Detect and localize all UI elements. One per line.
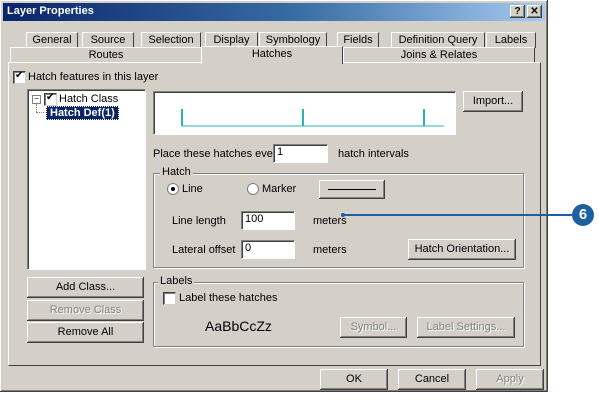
callout-badge: 6 bbox=[572, 204, 594, 226]
hatch-orientation-button[interactable]: Hatch Orientation... bbox=[408, 239, 516, 260]
marker-radio[interactable] bbox=[247, 183, 259, 195]
callout-leader bbox=[341, 213, 572, 217]
symbol-button[interactable]: Symbol... bbox=[340, 317, 407, 338]
tree-child-hatch-def[interactable]: Hatch Def(1) bbox=[46, 106, 119, 120]
hatch-features-label: Hatch features in this layer bbox=[28, 71, 159, 83]
window-title: Layer Properties bbox=[7, 5, 94, 17]
label-hatches-checkbox[interactable] bbox=[163, 292, 176, 305]
line-length-input[interactable]: 100 bbox=[241, 211, 295, 230]
tab-hatches[interactable]: Hatches bbox=[201, 46, 343, 64]
tab-source[interactable]: Source bbox=[82, 32, 134, 48]
remove-class-button[interactable]: Remove Class bbox=[27, 300, 144, 321]
hatch-interval-value: 1 bbox=[277, 146, 284, 158]
label-hatches-label: Label these hatches bbox=[179, 292, 278, 304]
lateral-offset-label: Lateral offset bbox=[172, 244, 236, 256]
hatch-interval-input[interactable]: 1 bbox=[273, 144, 328, 163]
remove-all-button[interactable]: Remove All bbox=[27, 322, 144, 343]
line-symbol-preview bbox=[328, 189, 376, 190]
label-settings-button[interactable]: Label Settings... bbox=[417, 317, 515, 338]
tab-labels[interactable]: Labels bbox=[486, 32, 536, 48]
cancel-button[interactable]: Cancel bbox=[398, 369, 466, 390]
line-radio-label: Line bbox=[182, 183, 203, 195]
hatch-preview-graphic bbox=[181, 109, 444, 127]
import-button[interactable]: Import... bbox=[463, 91, 523, 112]
label-sample-text: AaBbCcZz bbox=[205, 318, 272, 334]
lateral-offset-input[interactable]: 0 bbox=[241, 240, 295, 259]
tab-selection[interactable]: Selection bbox=[141, 32, 201, 48]
lateral-offset-unit: meters bbox=[313, 244, 347, 256]
tab-routes[interactable]: Routes bbox=[10, 47, 202, 63]
lateral-offset-value: 0 bbox=[245, 242, 252, 254]
labels-group-title: Labels bbox=[158, 275, 195, 287]
add-class-button[interactable]: Add Class... bbox=[27, 277, 144, 298]
tree-connector bbox=[36, 104, 38, 112]
line-radio[interactable] bbox=[167, 183, 179, 195]
tree-connector bbox=[36, 112, 44, 114]
line-length-label: Line length bbox=[172, 215, 226, 227]
interval-prefix-label: Place these hatches every bbox=[153, 148, 283, 160]
apply-button[interactable]: Apply bbox=[476, 369, 544, 390]
ok-button[interactable]: OK bbox=[320, 369, 388, 390]
tree-root-label[interactable]: Hatch Class bbox=[59, 93, 118, 105]
hatch-preview bbox=[153, 91, 456, 135]
tab-fields[interactable]: Fields bbox=[337, 32, 379, 48]
layer-properties-dialog: Layer Properties ? ✕ General Source Sele… bbox=[0, 0, 548, 392]
collapse-icon[interactable]: − bbox=[32, 95, 41, 104]
tab-joins-relates[interactable]: Joins & Relates bbox=[343, 47, 535, 63]
hatch-features-checkbox[interactable] bbox=[13, 70, 26, 84]
hatch-class-checkbox[interactable] bbox=[44, 92, 57, 106]
line-symbol-button[interactable] bbox=[319, 180, 385, 199]
help-button[interactable]: ? bbox=[510, 5, 525, 18]
title-bar[interactable]: Layer Properties ? ✕ bbox=[3, 3, 545, 21]
tab-definition-query[interactable]: Definition Query bbox=[391, 32, 485, 48]
hatch-group-title: Hatch bbox=[160, 166, 193, 178]
hatch-class-tree[interactable]: − Hatch Class Hatch Def(1) bbox=[27, 89, 146, 270]
marker-radio-label: Marker bbox=[262, 183, 297, 195]
close-button[interactable]: ✕ bbox=[527, 5, 542, 18]
tab-general[interactable]: General bbox=[26, 32, 78, 48]
line-length-value: 100 bbox=[245, 213, 264, 225]
interval-suffix-label: hatch intervals bbox=[338, 148, 409, 160]
